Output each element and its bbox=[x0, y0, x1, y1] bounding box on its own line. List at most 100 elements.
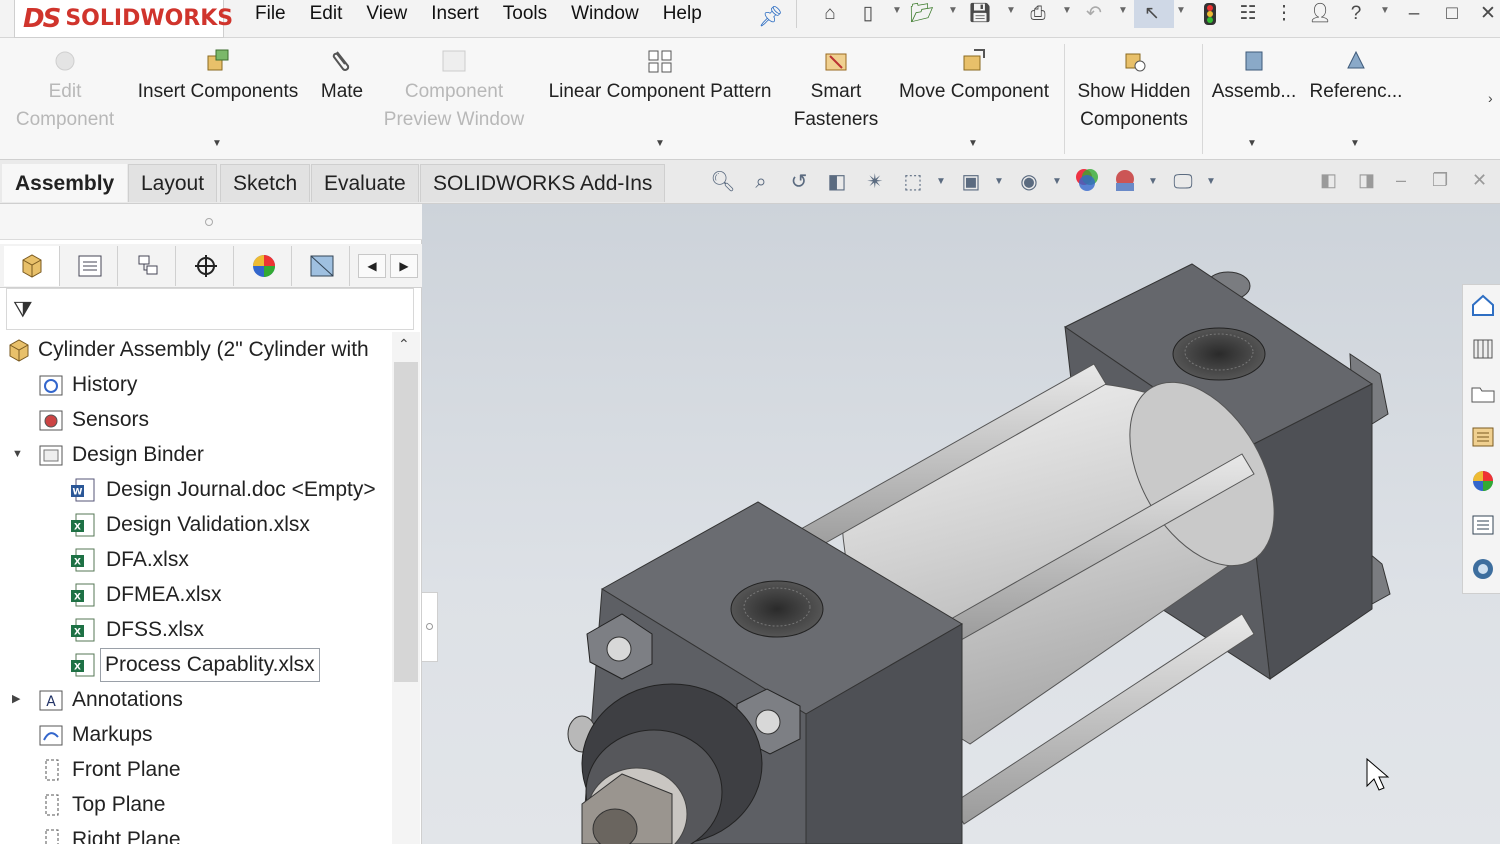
new-dropdown-icon[interactable]: ▼ bbox=[892, 5, 902, 16]
file-explorer-icon[interactable] bbox=[1469, 379, 1497, 407]
view-settings-icon[interactable]: 🖵︎ bbox=[1168, 167, 1198, 197]
save-dropdown-icon[interactable]: ▼ bbox=[1006, 5, 1016, 16]
linear-pattern-dropdown-icon[interactable]: ▼ bbox=[655, 138, 665, 149]
custom-properties-icon[interactable] bbox=[1469, 511, 1497, 539]
menu-tools[interactable]: Tools bbox=[503, 3, 547, 25]
assembly-features-button[interactable]: Assemb... bbox=[1206, 38, 1302, 106]
insert-components-button[interactable]: Insert Components bbox=[130, 38, 306, 106]
apply-scene-dropdown-icon[interactable]: ▼ bbox=[1138, 167, 1168, 197]
component-preview-window-button[interactable]: Component Preview Window bbox=[378, 38, 530, 134]
close-icon[interactable]: ✕ bbox=[1476, 3, 1500, 25]
previous-view-icon[interactable]: ↺ bbox=[784, 167, 814, 197]
next-window-icon[interactable]: ◨ bbox=[1358, 170, 1375, 191]
menu-edit[interactable]: Edit bbox=[310, 3, 343, 25]
zoom-to-area-icon[interactable]: ⌕ bbox=[746, 167, 776, 197]
print-icon[interactable]: ⎙ bbox=[1026, 3, 1050, 25]
tab-scroll-left-icon[interactable]: ◀ bbox=[358, 254, 386, 278]
home-icon[interactable]: ⌂ bbox=[818, 3, 842, 25]
menu-view[interactable]: View bbox=[366, 3, 407, 25]
graphics-area[interactable] bbox=[422, 204, 1500, 844]
dimxpertmanager-tab[interactable] bbox=[178, 246, 234, 286]
tree-filter-box[interactable]: ⧩ bbox=[6, 288, 414, 330]
ribbon-more-chevron-icon[interactable]: › bbox=[1488, 90, 1493, 106]
solidworks-resources-home-icon[interactable] bbox=[1469, 291, 1497, 319]
help-icon[interactable]: ? bbox=[1344, 3, 1368, 25]
view-settings-dropdown-icon[interactable]: ▼ bbox=[1196, 167, 1226, 197]
maximize-icon[interactable]: □ bbox=[1440, 3, 1464, 25]
panel-splitter[interactable] bbox=[0, 204, 422, 240]
design-binder-collapse-icon[interactable]: ▼ bbox=[12, 437, 23, 472]
options-icon[interactable]: ⋮ bbox=[1272, 3, 1296, 25]
reference-geometry-dropdown-icon[interactable]: ▼ bbox=[1350, 138, 1360, 149]
tab-layout[interactable]: Layout bbox=[128, 164, 218, 202]
pin-menu-icon[interactable]: 📌︎ bbox=[758, 4, 783, 29]
minimize-icon[interactable]: – bbox=[1402, 3, 1426, 25]
assembly-features-dropdown-icon[interactable]: ▼ bbox=[1247, 138, 1257, 149]
open-icon[interactable]: 📂︎ bbox=[910, 3, 934, 25]
hide-show-items-icon[interactable]: ◉ bbox=[1014, 167, 1044, 197]
select-dropdown-icon[interactable]: ▼ bbox=[1176, 5, 1186, 16]
tab-assembly[interactable]: Assembly bbox=[2, 164, 128, 202]
scrollbar-thumb[interactable] bbox=[394, 362, 418, 682]
solidworks-logo[interactable]: DS SOLIDWORKS bbox=[14, 0, 233, 38]
view-palette-icon[interactable] bbox=[1469, 423, 1497, 451]
doc-restore-icon[interactable]: ❐ bbox=[1432, 170, 1448, 191]
tree-item-label: History bbox=[72, 373, 138, 396]
configurationmanager-tab[interactable] bbox=[120, 246, 176, 286]
smart-fasteners-button[interactable]: Smart Fasteners bbox=[786, 38, 886, 134]
apply-scene-icon[interactable] bbox=[1110, 167, 1140, 197]
dynamic-annotation-icon[interactable]: ✴ bbox=[860, 167, 890, 197]
move-component-button[interactable]: Move Component bbox=[890, 38, 1058, 106]
undo-icon[interactable]: ↶ bbox=[1082, 3, 1106, 25]
menu-help[interactable]: Help bbox=[663, 3, 702, 25]
new-document-icon[interactable]: ▯ bbox=[856, 3, 880, 25]
view-orientation-dropdown-icon[interactable]: ▼ bbox=[926, 167, 956, 197]
menu-window[interactable]: Window bbox=[571, 3, 639, 25]
tab-solidworks-addins[interactable]: SOLIDWORKS Add-Ins bbox=[420, 164, 666, 202]
displaymanager-tab[interactable] bbox=[236, 246, 292, 286]
display-style-dropdown-icon[interactable]: ▼ bbox=[984, 167, 1014, 197]
doc-close-icon[interactable]: ✕ bbox=[1472, 170, 1487, 191]
previous-window-icon[interactable]: ◧ bbox=[1320, 170, 1337, 191]
show-hidden-components-button[interactable]: Show Hidden Components bbox=[1068, 38, 1200, 134]
rebuild-traffic-light-icon[interactable] bbox=[1198, 3, 1222, 25]
mate-button[interactable]: Mate bbox=[312, 38, 372, 106]
scroll-up-icon[interactable]: ⌃ bbox=[398, 336, 410, 353]
zoom-to-fit-icon[interactable]: 🔍︎ bbox=[708, 167, 738, 197]
print-dropdown-icon[interactable]: ▼ bbox=[1062, 5, 1072, 16]
view-orientation-icon[interactable]: ⬚ bbox=[898, 167, 928, 197]
hide-show-dropdown-icon[interactable]: ▼ bbox=[1042, 167, 1072, 197]
doc-minimize-icon[interactable]: – bbox=[1396, 170, 1406, 191]
tree-scrollbar[interactable]: ⌃ bbox=[392, 332, 420, 844]
display-style-icon[interactable]: ▣ bbox=[956, 167, 986, 197]
featuremanager-tab[interactable] bbox=[4, 246, 60, 286]
menu-file[interactable]: File bbox=[255, 3, 286, 25]
design-library-icon[interactable] bbox=[1469, 335, 1497, 363]
insert-components-dropdown-icon[interactable]: ▼ bbox=[212, 138, 222, 149]
filter-funnel-icon[interactable]: ⧩ bbox=[13, 297, 33, 323]
solidworks-forum-icon[interactable] bbox=[1469, 555, 1497, 583]
open-dropdown-icon[interactable]: ▼ bbox=[948, 5, 958, 16]
tab-scroll-right-icon[interactable]: ▶ bbox=[390, 254, 418, 278]
user-account-icon[interactable]: 👤︎ bbox=[1308, 3, 1332, 25]
cylinder-assembly-model[interactable] bbox=[422, 204, 1500, 844]
save-icon[interactable]: 💾︎ bbox=[968, 3, 992, 25]
tab-evaluate[interactable]: Evaluate bbox=[311, 164, 419, 202]
edit-appearance-icon[interactable] bbox=[1072, 167, 1102, 197]
help-dropdown-icon[interactable]: ▼ bbox=[1380, 5, 1390, 16]
splitter-handle-icon[interactable] bbox=[205, 218, 213, 226]
propertymanager-tab[interactable] bbox=[62, 246, 118, 286]
reference-geometry-button[interactable]: Referenc... bbox=[1304, 38, 1408, 106]
undo-dropdown-icon[interactable]: ▼ bbox=[1118, 5, 1128, 16]
section-view-icon[interactable]: ◧ bbox=[822, 167, 852, 197]
appearances-scenes-icon[interactable] bbox=[1469, 467, 1497, 495]
select-cursor-icon[interactable]: ↖ bbox=[1140, 3, 1164, 25]
file-properties-icon[interactable]: ☷ bbox=[1236, 3, 1260, 25]
edit-component-button[interactable]: Edit Component bbox=[8, 38, 122, 134]
linear-component-pattern-button[interactable]: Linear Component Pattern bbox=[538, 38, 782, 106]
annotations-expand-icon[interactable]: ▶ bbox=[12, 682, 20, 717]
cammanager-tab[interactable] bbox=[294, 246, 350, 286]
menu-insert[interactable]: Insert bbox=[431, 3, 479, 25]
tab-sketch[interactable]: Sketch bbox=[220, 164, 311, 202]
move-component-dropdown-icon[interactable]: ▼ bbox=[968, 138, 978, 149]
